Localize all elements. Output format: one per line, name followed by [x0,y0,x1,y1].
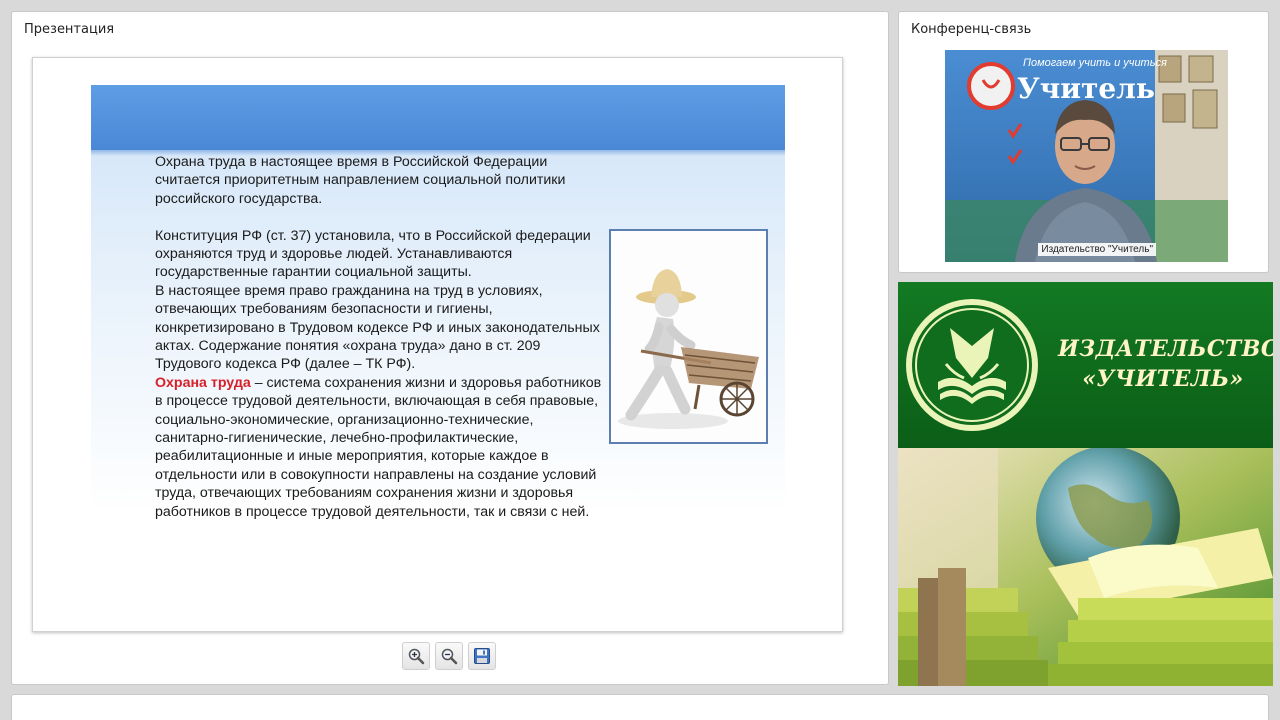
publisher-name: ИЗДАТЕЛЬСТВО «УЧИТЕЛЬ» [1058,334,1273,394]
publisher-name-line2: «УЧИТЕЛЬ» [1082,366,1244,392]
slide: Охрана труда в настоящее время в Российс… [91,85,785,563]
save-button[interactable] [468,642,496,670]
video-backdrop-brand: Учитель [1017,72,1155,105]
publisher-logo-icon [906,299,1038,431]
slide-body-text: Охрана труда в настоящее время в Российс… [155,153,610,521]
slide-viewer[interactable]: Охрана труда в настоящее время в Российс… [32,57,843,632]
slide-paragraph-1: Охрана труда в настоящее время в Российс… [155,154,566,207]
publisher-name-line1: ИЗДАТЕЛЬСТВО [1058,336,1273,362]
floppy-disk-icon [474,648,490,664]
slide-term-highlight: Охрана труда [155,374,251,391]
slide-paragraph-2: Конституция РФ (ст. 37) установила, что … [155,227,591,281]
presentation-panel-title: Презентация [24,22,115,37]
slide-paragraph-4: Охрана труда – система сохранения жизни … [155,374,610,521]
conference-panel-title: Конференц-связь [911,22,1032,37]
worker-with-cart-illustration [609,229,768,444]
conference-panel: Конференц-связь Помогаем учить и учиться… [898,11,1269,273]
zoom-out-button[interactable] [435,642,463,670]
publisher-banner-header: ИЗДАТЕЛЬСТВО «УЧИТЕЛЬ» [898,282,1273,448]
video-caption: Издательство "Учитель" [1038,243,1156,256]
presentation-panel: Презентация Охрана труда в настоящее вре… [11,11,889,685]
video-stream[interactable]: Помогаем учить и учиться Учитель Издател… [945,50,1228,262]
slide-term-definition: – система сохранения жизни и здоровья ра… [155,374,602,520]
zoom-in-button[interactable] [402,642,430,670]
video-backdrop-slogan: Помогаем учить и учиться [1023,57,1167,69]
books-and-globe-photo [898,446,1273,686]
slide-paragraph-3: В настоящее время право гражданина на тр… [155,282,600,373]
zoom-out-icon [441,648,458,665]
publisher-banner: ИЗДАТЕЛЬСТВО «УЧИТЕЛЬ» [898,282,1273,686]
zoom-in-icon [408,648,425,665]
slide-header-banner [91,85,785,156]
bottom-panel [11,694,1269,720]
